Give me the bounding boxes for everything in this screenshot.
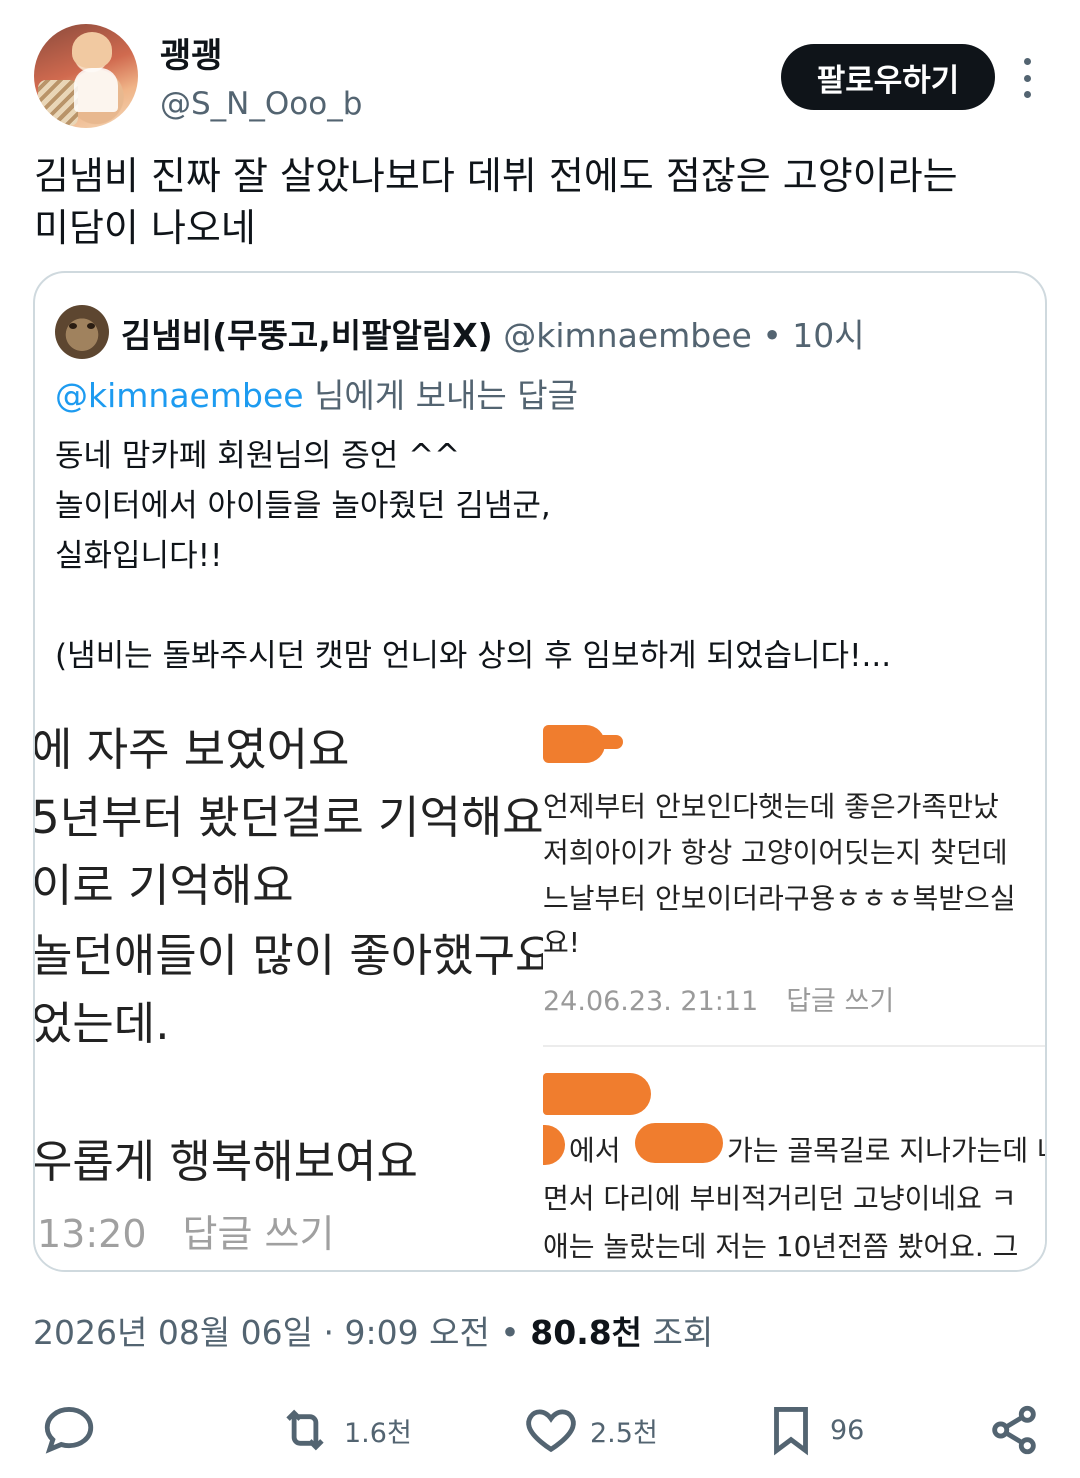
screenshot-comment-meta: 13:20 답글 쓰기 [37,1203,334,1258]
quoted-body-line: 실화입니다!! [55,538,223,574]
share-icon [992,1405,1036,1455]
redaction-blot [543,1125,565,1165]
screenshot-comment-line: 에 자주 보였어요 [35,723,350,776]
screenshot-comment-line: 면서 다리에 부비적거리던 고냥이네요 ㅋ [543,1182,1017,1215]
screenshot-comment-line: 언제부터 안보인다햇는데 좋은가족만났 [543,790,999,823]
views-label: 조회 [642,1313,714,1352]
like-button[interactable]: 2.5천 [522,1395,658,1465]
screenshot-comment-line: 저희아이가 항상 고양이어딧는지 찾던데 [543,836,1008,869]
screenshot-comment-time: 13:20 [37,1212,147,1256]
screenshot-comment-date: 24.06.23. 21:11 [543,986,759,1017]
screenshot-comment-line: 에서 [569,1134,621,1167]
quoted-tweet-body: 동네 맘카페 회원님의 증언 ^^ 놀이터에서 아이들을 놀아줬던 김냄군, 실… [55,431,1015,681]
reply-mention-link[interactable]: @kimnaembee [55,376,304,415]
screenshot-comment-line: 애는 놀랐는데 저는 10년전쯤 봤어요. 그 [543,1230,1019,1263]
tweet-datetime[interactable]: 2026년 08월 06일 · 9:09 오전 [33,1313,490,1352]
retweet-count: 1.6천 [344,1417,412,1449]
quoted-media-image[interactable]: 에 자주 보였어요 5년부터 봤던걸로 기억해요. 이로 기억해요 놀던애들이 … [35,703,1047,1270]
separator-dot: • [489,1313,531,1352]
screenshot-comment-line: 가는 골목길로 지나가는데 나 [727,1134,1047,1167]
author-display-name[interactable]: 괭괭 [160,28,223,77]
quoted-author-avatar [55,305,109,359]
quoted-tweet-time: 10시 [792,316,865,355]
bookmark-count: 96 [830,1414,865,1446]
reply-icon [44,1407,94,1454]
redaction-blot [635,1123,723,1163]
screenshot-comment-line: 5년부터 봤던걸로 기억해요. [35,791,543,844]
quoted-author-name: 김냄비(무뚱고,비팔알림X) [121,316,493,355]
action-bar: 1.6천 2.5천 96 [0,1395,1080,1465]
tweet-text-line: 미담이 나오네 [34,206,256,250]
screenshot-comment-line: 우롭게 행복해보여요 [35,1135,418,1188]
follow-button[interactable]: 팔로우하기 [781,44,995,110]
like-count: 2.5천 [590,1417,658,1449]
avatar-body-shape [74,68,118,112]
tweet-timestamp: 2026년 08월 06일 · 9:09 오전 • 80.8천 조회 [33,1306,713,1354]
views-count: 80.8천 [530,1313,643,1352]
screenshot-comment-line: 느날부터 안보이더라구용ㅎㅎㅎ복받으실 [543,882,1016,915]
screenshot-right-panel: 언제부터 안보인다햇는데 좋은가족만났 저희아이가 항상 고양이어딧는지 찾던데… [543,703,1047,1270]
quoted-body-line: 놀이터에서 아이들을 놀아줬던 김냄군, [55,488,551,524]
screenshot-left-panel: 에 자주 보였어요 5년부터 봤던걸로 기억해요. 이로 기억해요 놀던애들이 … [35,703,543,1270]
screenshot-comment-line: 놀던애들이 많이 좋아했구요 [35,929,543,982]
share-button[interactable] [985,1395,1043,1465]
retweet-button[interactable]: 1.6천 [276,1395,412,1465]
more-vertical-icon[interactable] [1016,58,1038,98]
screenshot-reply-label: 답글 쓰기 [182,1212,335,1256]
screenshot-comment-line: 요! [543,926,580,959]
author-handle[interactable]: @S_N_Ooo_b [160,86,362,122]
screenshot-comment-line: 이로 기억해요 [35,859,294,912]
avatar-head-shape [72,32,112,68]
bookmark-icon [774,1407,808,1456]
quoted-tweet-card[interactable]: 김냄비(무뚱고,비팔알림X) @kimnaembee • 10시 @kimnae… [33,271,1047,1272]
bookmark-button[interactable]: 96 [762,1395,864,1465]
screenshot-comment-line: 었는데. [35,997,170,1050]
avatar-chair-shape [38,80,78,126]
quoted-body-line: 동네 맘카페 회원님의 증언 ^^ [55,438,461,474]
reply-button[interactable] [40,1395,98,1465]
screenshot-reply-label: 답글 쓰기 [786,986,895,1017]
retweet-icon [286,1409,324,1451]
screenshot-comment-meta: 24.06.23. 21:11 답글 쓰기 [543,979,894,1018]
tweet-text-line: 김냄비 진짜 잘 살았나보다 데뷔 전에도 점잖은 고양이라는 [34,154,958,198]
reply-context-suffix: 님에게 보내는 답글 [303,376,578,415]
redaction-blot [543,1073,651,1115]
quoted-tweet-header: 김냄비(무뚱고,비팔알림X) @kimnaembee • 10시 [121,309,865,357]
screenshot-divider [543,1045,1045,1047]
like-icon [526,1409,576,1453]
tweet-text: 김냄비 진짜 잘 살았나보다 데뷔 전에도 점잖은 고양이라는 미담이 나오네 [34,150,1044,254]
reply-context: @kimnaembee 님에게 보내는 답글 [55,369,578,417]
quoted-body-line: (냄비는 돌봐주시던 캣맘 언니와 상의 후 임보하게 되었습니다!... [55,638,892,674]
author-avatar[interactable] [34,24,138,128]
separator-dot: • [751,316,793,355]
quoted-author-handle: @kimnaembee [503,316,752,355]
redaction-blot [583,735,623,749]
